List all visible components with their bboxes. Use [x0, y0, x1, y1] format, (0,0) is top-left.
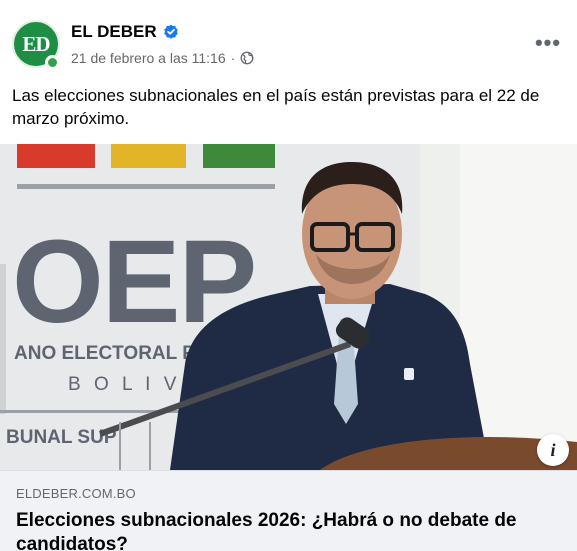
more-options-button[interactable]: •••	[533, 30, 563, 56]
verified-badge-icon	[163, 24, 178, 39]
online-status-dot	[45, 55, 60, 70]
post-card: ED EL DEBER 21 de febrero a las 11:16 · …	[0, 0, 577, 551]
banner-line3: BUNAL SUP	[6, 427, 117, 448]
press-conference-photo: OEP ANO ELECTORAL P B O L I V BUNAL SUP	[0, 144, 577, 470]
page-name-link[interactable]: EL DEBER	[71, 22, 157, 42]
stripe-red	[17, 144, 95, 168]
post-header: ED EL DEBER 21 de febrero a las 11:16 · …	[0, 0, 577, 80]
meta-separator: ·	[230, 50, 236, 66]
stripe-green	[203, 144, 275, 168]
avatar-logo-text: ED	[22, 31, 50, 56]
link-title[interactable]: Elecciones subnacionales 2026: ¿Habrá o …	[16, 509, 561, 551]
stripe-yellow	[111, 144, 186, 168]
globe-icon	[240, 51, 254, 65]
banner-line1: ANO ELECTORAL P	[14, 343, 195, 364]
link-domain: ELDEBER.COM.BO	[16, 486, 136, 501]
post-timestamp[interactable]: 21 de febrero a las 11:16	[71, 50, 226, 66]
post-meta: 21 de febrero a las 11:16 ·	[71, 50, 254, 66]
link-preview[interactable]: ELDEBER.COM.BO Elecciones subnacionales …	[0, 470, 577, 551]
post-body-text: Las elecciones subnacionales en el país …	[12, 86, 540, 128]
banner-line2: B O L I V	[68, 374, 180, 395]
page-name-row: EL DEBER	[71, 22, 179, 42]
post-image[interactable]: OEP ANO ELECTORAL P B O L I V BUNAL SUP	[0, 144, 577, 470]
info-button[interactable]: i	[537, 434, 569, 466]
